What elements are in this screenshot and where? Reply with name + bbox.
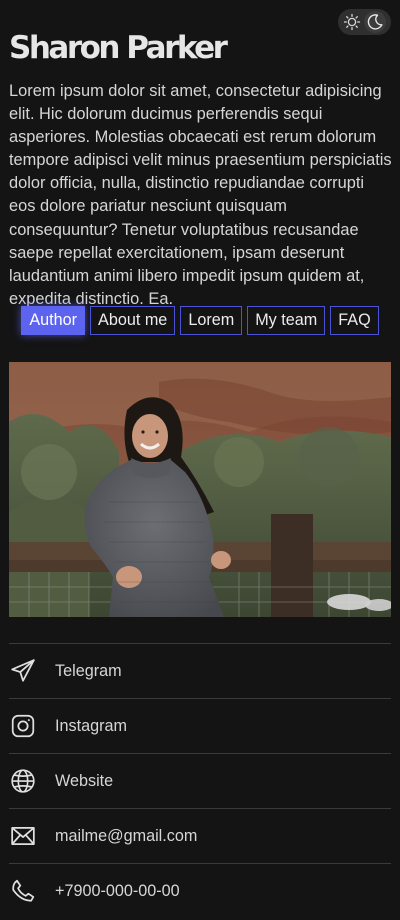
tab-faq[interactable]: FAQ [330,306,379,335]
tab-bar: Author About me Lorem My team FAQ [0,306,400,335]
globe-icon [10,768,36,794]
page-title: Sharon Parker [9,30,228,66]
tab-my-team[interactable]: My team [247,306,326,335]
contact-telegram[interactable]: Telegram [9,643,391,698]
author-photo [9,362,391,617]
tab-lorem[interactable]: Lorem [180,306,243,335]
telegram-icon [10,658,36,684]
contact-label: +7900-000-00-00 [55,881,180,900]
contact-label: Website [55,771,114,790]
theme-toggle[interactable] [338,9,391,35]
instagram-icon [10,713,36,739]
sun-icon[interactable] [343,13,361,31]
tab-author[interactable]: Author [21,306,86,335]
phone-icon [10,878,36,904]
tab-about-me[interactable]: About me [90,306,176,335]
mail-icon [10,823,36,849]
moon-icon[interactable] [364,11,386,33]
contact-list: Telegram Instagram Website mailme@gmail.… [9,643,391,918]
contact-label: Telegram [55,661,122,680]
bio-text: Lorem ipsum dolor sit amet, consectetur … [9,82,392,308]
contact-instagram[interactable]: Instagram [9,698,391,753]
contact-label: mailme@gmail.com [55,826,198,845]
contact-label: Instagram [55,716,127,735]
contact-email[interactable]: mailme@gmail.com [9,808,391,863]
contact-website[interactable]: Website [9,753,391,808]
contact-phone[interactable]: +7900-000-00-00 [9,863,391,918]
